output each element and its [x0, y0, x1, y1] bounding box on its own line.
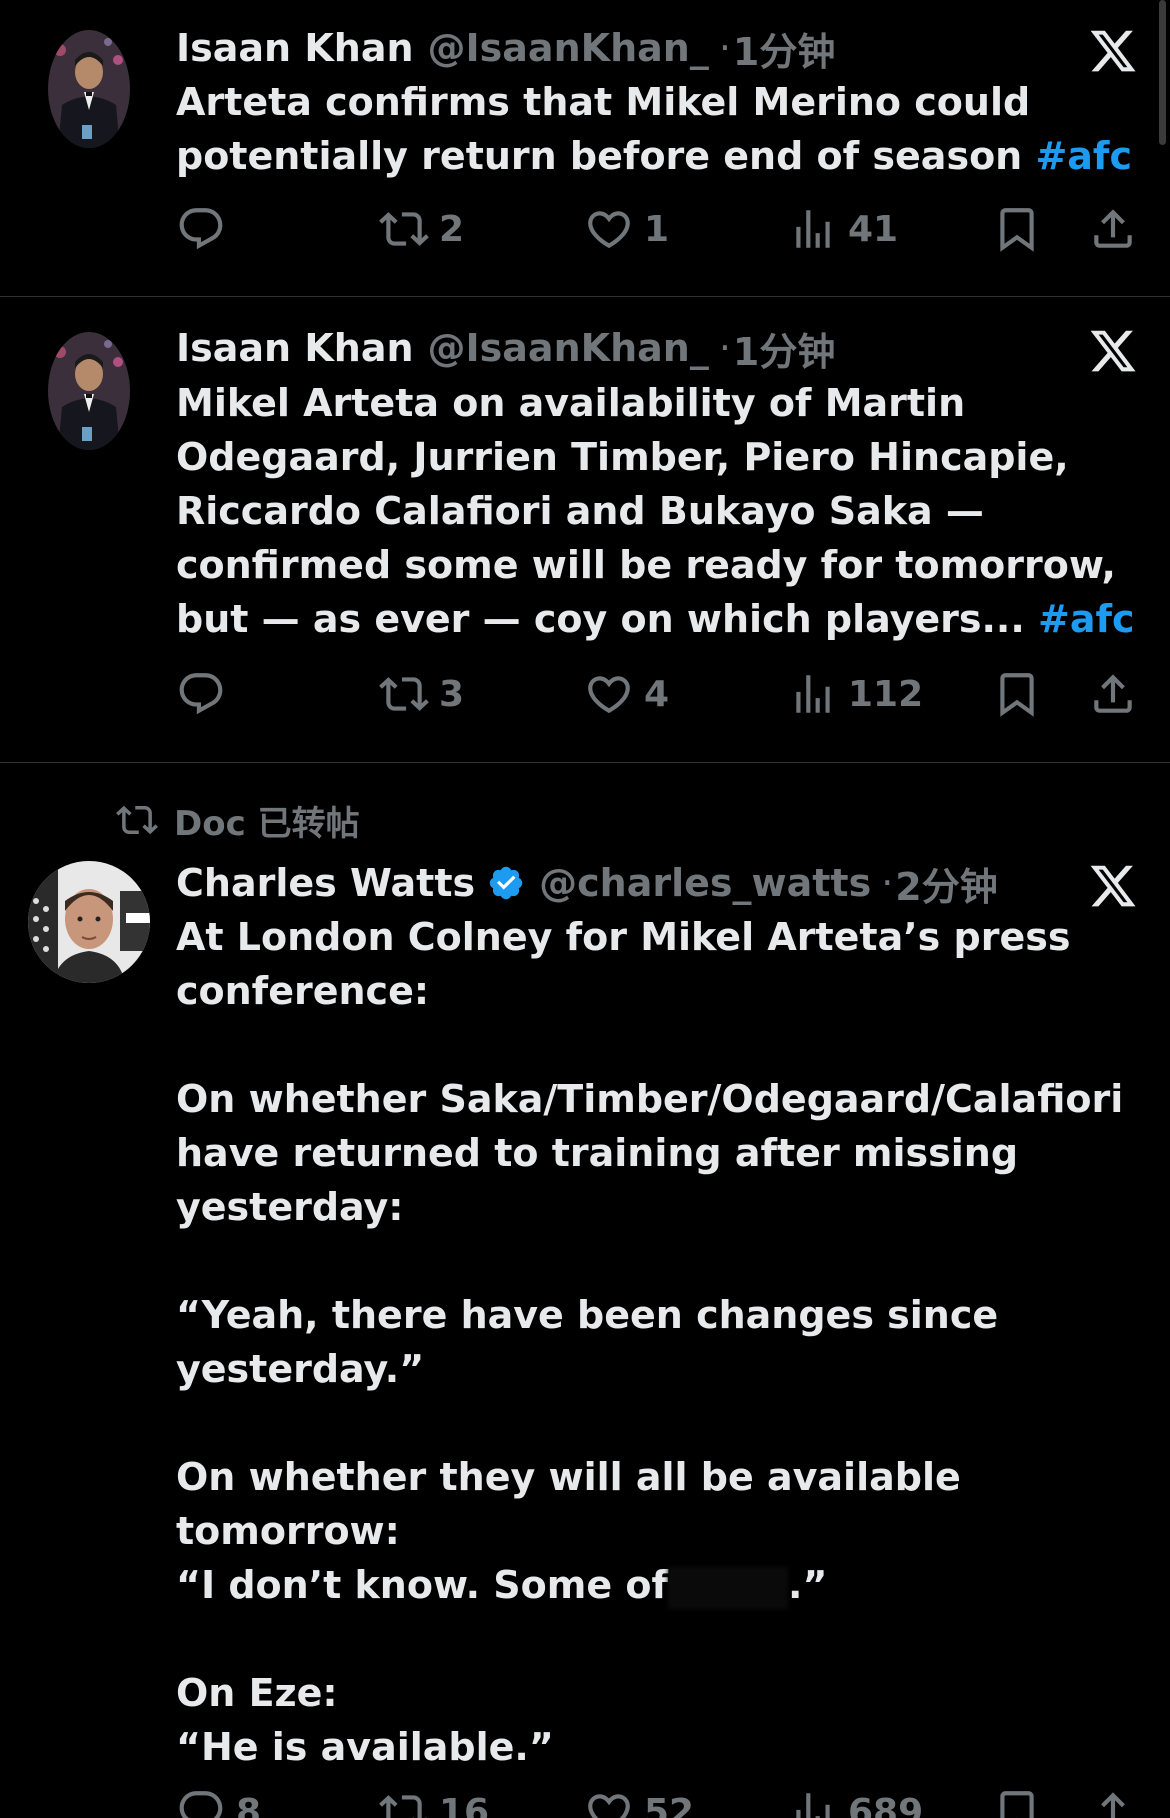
separator-dot: ·: [718, 326, 731, 370]
separator-dot: ·: [718, 26, 731, 70]
like-count: 4: [644, 673, 670, 715]
tweet-text: At London Colney for Mikel Arteta’s pres…: [176, 910, 1136, 1774]
hashtag-link[interactable]: #afc: [1038, 597, 1135, 641]
views-count: 41: [848, 208, 899, 250]
retweet-button[interactable]: 3: [379, 666, 464, 722]
views-icon: [788, 204, 838, 254]
author-name[interactable]: Isaan Khan: [176, 26, 414, 70]
separator-dot: ·: [881, 861, 894, 905]
timestamp[interactable]: 1分钟: [733, 321, 835, 376]
heart-icon: [584, 204, 634, 254]
like-button[interactable]: 4: [584, 666, 669, 722]
share-icon: [1088, 204, 1138, 254]
x-logo-icon: [1088, 26, 1138, 76]
retweet-context-label: Doc 已转帖: [174, 803, 360, 844]
retweet-context[interactable]: Doc 已转帖: [116, 795, 360, 845]
views-button[interactable]: 689: [788, 1784, 923, 1818]
action-bar: 3 4 112: [176, 666, 1141, 722]
timestamp[interactable]: 1分钟: [733, 21, 835, 76]
like-count: 52: [644, 1791, 695, 1818]
reply-icon: [176, 1787, 226, 1818]
views-button[interactable]: 41: [788, 201, 898, 257]
retweet-count: 16: [439, 1791, 490, 1818]
avatar[interactable]: [48, 30, 130, 148]
x-logo-icon: [1088, 326, 1138, 376]
views-count: 112: [848, 673, 924, 715]
bookmark-button[interactable]: [992, 201, 1042, 257]
tweet-3[interactable]: Doc 已转帖 Charles Watts @charles_watts · 2…: [0, 763, 1170, 1818]
action-bar: 8 16 52 689: [176, 1784, 1141, 1818]
tweet-text: Mikel Arteta on availability of Martin O…: [176, 376, 1136, 646]
bookmark-button[interactable]: [992, 1784, 1042, 1818]
retweet-button[interactable]: 2: [379, 201, 464, 257]
retweet-icon: [116, 799, 158, 841]
heart-icon: [584, 1787, 634, 1818]
retweet-button[interactable]: 16: [379, 1784, 489, 1818]
share-icon: [1088, 1787, 1138, 1818]
views-icon: [788, 669, 838, 719]
reply-icon: [176, 204, 226, 254]
tweet-1[interactable]: Isaan Khan @IsaanKhan_ · 1分钟 Arteta conf…: [0, 0, 1170, 296]
tweet-text-content: Arteta confirms that Mikel Merino could …: [176, 80, 1044, 178]
blurred-text: [668, 1566, 789, 1609]
tweet-text-content: At London Colney for Mikel Arteta’s pres…: [176, 915, 1124, 1607]
reply-icon: [176, 669, 226, 719]
views-count: 689: [848, 1791, 924, 1818]
share-button[interactable]: [1088, 201, 1138, 257]
heart-icon: [584, 669, 634, 719]
share-button[interactable]: [1088, 666, 1138, 722]
retweet-count: 2: [439, 208, 465, 250]
bookmark-icon: [992, 1787, 1042, 1818]
like-count: 1: [644, 208, 670, 250]
author-handle[interactable]: @IsaanKhan_: [428, 26, 709, 70]
x-logo-icon: [1088, 861, 1138, 911]
author-name[interactable]: Charles Watts: [176, 861, 475, 905]
tweet-header: Isaan Khan @IsaanKhan_ · 1分钟: [176, 20, 835, 76]
timestamp[interactable]: 2分钟: [895, 856, 997, 911]
retweet-icon: [379, 1787, 429, 1818]
reply-count: 8: [236, 1791, 262, 1818]
hashtag-link[interactable]: #afc: [1035, 134, 1132, 178]
author-name[interactable]: Isaan Khan: [176, 326, 414, 370]
retweet-icon: [379, 669, 429, 719]
reply-button[interactable]: 8: [176, 1784, 261, 1818]
reply-button[interactable]: [176, 666, 236, 722]
retweet-icon: [379, 204, 429, 254]
views-icon: [788, 1787, 838, 1818]
action-bar: 2 1 41: [176, 201, 1141, 257]
author-handle[interactable]: @charles_watts: [539, 861, 871, 905]
tweet-header: Charles Watts @charles_watts · 2分钟: [176, 855, 998, 911]
share-button[interactable]: [1088, 1784, 1138, 1818]
avatar[interactable]: [48, 332, 130, 450]
bookmark-icon: [992, 669, 1042, 719]
like-button[interactable]: 52: [584, 1784, 694, 1818]
like-button[interactable]: 1: [584, 201, 669, 257]
retweet-count: 3: [439, 673, 465, 715]
avatar[interactable]: [28, 861, 150, 983]
tweet-text: Arteta confirms that Mikel Merino could …: [176, 75, 1136, 183]
verified-badge-icon: [489, 866, 523, 900]
author-handle[interactable]: @IsaanKhan_: [428, 326, 709, 370]
reply-button[interactable]: [176, 201, 236, 257]
views-button[interactable]: 112: [788, 666, 923, 722]
tweet-2[interactable]: Isaan Khan @IsaanKhan_ · 1分钟 Mikel Artet…: [0, 297, 1170, 762]
bookmark-button[interactable]: [992, 666, 1042, 722]
share-icon: [1088, 669, 1138, 719]
bookmark-icon: [992, 204, 1042, 254]
tweet-header: Isaan Khan @IsaanKhan_ · 1分钟: [176, 320, 835, 376]
tweet-text-content: Mikel Arteta on availability of Martin O…: [176, 381, 1130, 641]
